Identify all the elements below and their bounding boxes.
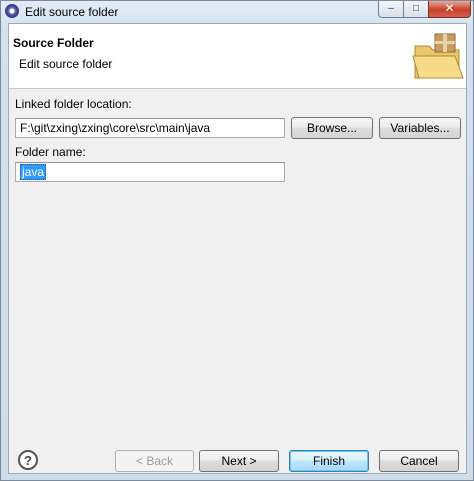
- help-icon[interactable]: ?: [18, 450, 38, 470]
- banner-subtitle: Edit source folder: [19, 57, 113, 71]
- variables-button[interactable]: Variables...: [379, 117, 461, 139]
- dialog-content: Source Folder Edit source folder Linked …: [8, 23, 467, 474]
- folder-name-label: Folder name:: [15, 145, 86, 159]
- linked-location-value: F:\git\zxing\zxing\core\src\main\java: [20, 121, 211, 135]
- window-title: Edit source folder: [25, 5, 119, 19]
- folder-name-value: java: [20, 164, 47, 180]
- minimize-button[interactable]: –: [378, 1, 404, 18]
- banner-title: Source Folder: [13, 36, 94, 50]
- linked-location-input[interactable]: F:\git\zxing\zxing\core\src\main\java: [15, 118, 285, 138]
- next-button[interactable]: Next >: [199, 450, 279, 472]
- cancel-button[interactable]: Cancel: [379, 450, 459, 472]
- title-bar[interactable]: Edit source folder – □ ✕: [1, 1, 473, 23]
- folder-package-icon: [412, 33, 464, 79]
- maximize-button[interactable]: □: [403, 1, 429, 18]
- dialog-window: Edit source folder – □ ✕ Source Folder E…: [0, 0, 474, 481]
- eclipse-icon: [5, 4, 19, 18]
- folder-name-input[interactable]: java: [15, 162, 285, 182]
- back-button[interactable]: < Back: [115, 450, 194, 472]
- browse-button[interactable]: Browse...: [291, 117, 373, 139]
- wizard-banner: Source Folder Edit source folder: [9, 24, 466, 89]
- finish-button[interactable]: Finish: [289, 450, 369, 472]
- close-button[interactable]: ✕: [428, 1, 471, 18]
- linked-location-label: Linked folder location:: [15, 97, 132, 111]
